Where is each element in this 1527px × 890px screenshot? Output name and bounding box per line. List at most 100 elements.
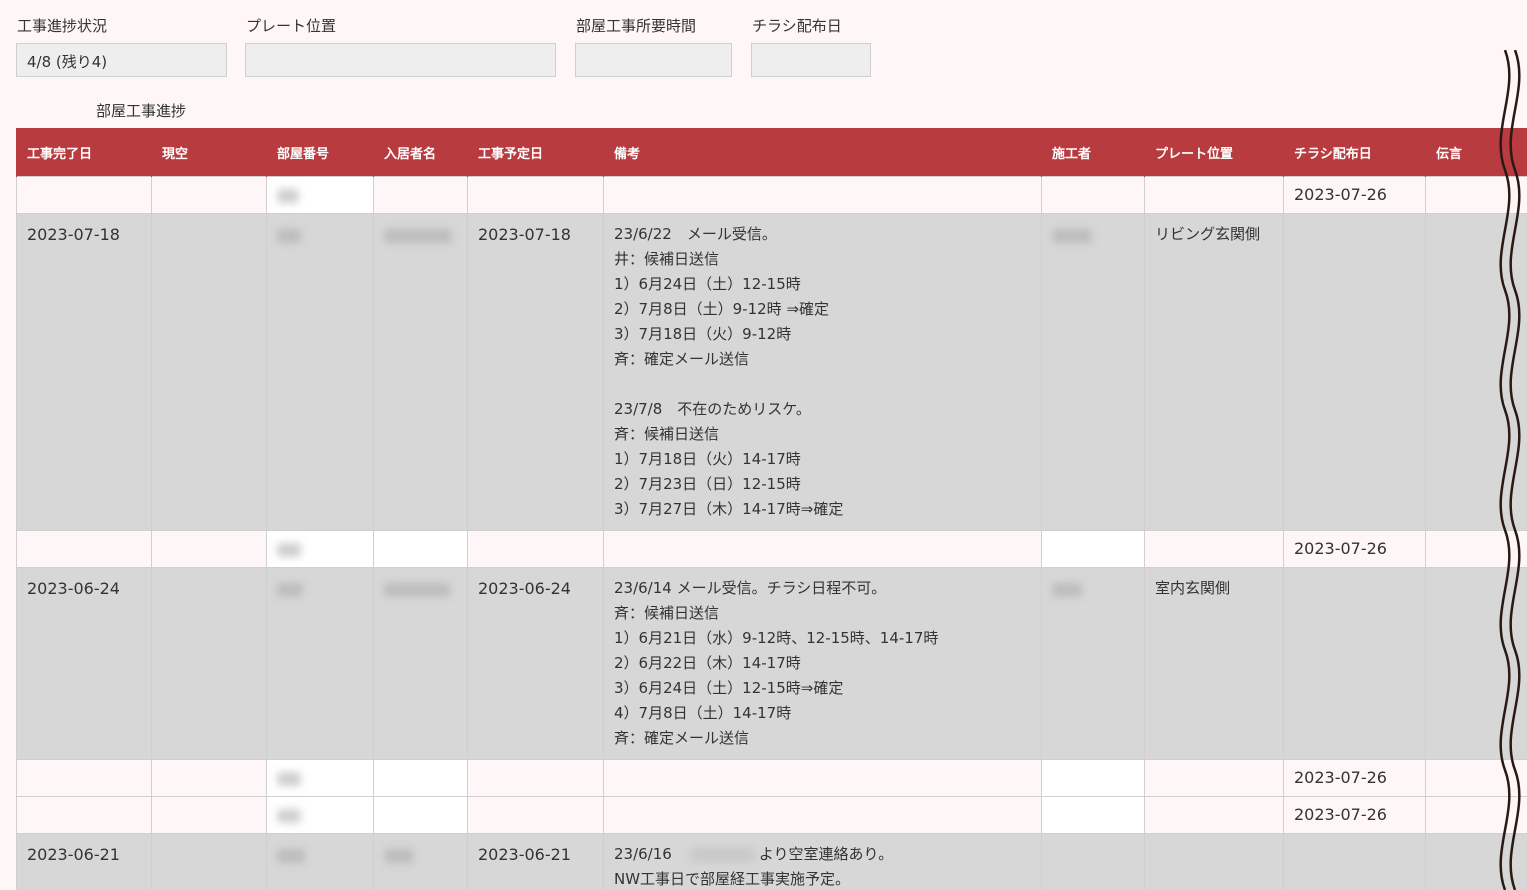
cell-flyer-date: 2023-07-26 — [1283, 796, 1426, 834]
header-done-date[interactable]: 工事完了日 — [16, 128, 152, 177]
cell-vacant — [151, 213, 267, 531]
cell-flyer-date: 2023-07-26 — [1283, 176, 1426, 214]
redacted-room — [277, 808, 301, 823]
cell-done-date — [16, 759, 152, 797]
cell-done-date: 2023-06-24 — [16, 567, 152, 760]
flyer-field[interactable] — [751, 43, 871, 77]
cell-vacant — [151, 567, 267, 760]
table-row[interactable]: 2023-07-26 — [16, 796, 1527, 834]
cell-note — [603, 796, 1042, 834]
cell-tenant-name — [373, 759, 468, 797]
cell-tenant-name — [373, 176, 468, 214]
cell-room-number — [266, 530, 374, 568]
header-tenant-name[interactable]: 入居者名 — [373, 128, 468, 177]
cell-flyer-date: 2023-07-26 — [1283, 759, 1426, 797]
duration-label: 部屋工事所要時間 — [576, 17, 697, 35]
redacted-room — [277, 542, 301, 557]
duration-field[interactable] — [575, 43, 732, 77]
section-title: 部屋工事進捗 — [96, 102, 187, 120]
header-plate-position[interactable]: プレート位置 — [1144, 128, 1284, 177]
header-flyer-date[interactable]: チラシ配布日 — [1283, 128, 1426, 177]
table-row[interactable]: 2023-06-24 2023-06-24 23/6/14 メール受信。チラシ日… — [16, 567, 1527, 760]
cell-done-date: 2023-06-21 — [16, 833, 152, 890]
cell-tenant-name — [373, 833, 468, 890]
table-row[interactable]: 2023-07-26 — [16, 530, 1527, 568]
cell-plate-position — [1144, 176, 1284, 214]
cell-flyer-date — [1283, 567, 1426, 760]
cell-room-number — [266, 759, 374, 797]
cell-flyer-date: 2023-07-26 — [1283, 530, 1426, 568]
header-worker[interactable]: 施工者 — [1041, 128, 1145, 177]
cell-worker — [1041, 176, 1145, 214]
plate-label: プレート位置 — [246, 17, 337, 35]
progress-label: 工事進捗状況 — [17, 17, 108, 35]
redacted-room — [277, 848, 305, 863]
cell-plate-position: リビング玄関側 — [1144, 213, 1284, 531]
cell-plate-position — [1144, 833, 1284, 890]
cell-plan-date — [467, 796, 604, 834]
header-vacant[interactable]: 現空 — [151, 128, 267, 177]
note-line2: NW工事日で部屋経工事実施予定。 — [614, 870, 851, 888]
redacted-tenant — [384, 228, 452, 243]
redacted-name — [690, 847, 755, 862]
cell-tenant-name — [373, 530, 468, 568]
cell-message — [1425, 833, 1527, 890]
cell-plan-date — [467, 530, 604, 568]
progress-table: 工事完了日 現空 部屋番号 入居者名 工事予定日 備考 施工者 プレート位置 チ… — [16, 128, 1527, 890]
cell-message — [1425, 213, 1527, 531]
cell-tenant-name — [373, 567, 468, 760]
cell-note — [603, 176, 1042, 214]
progress-field[interactable]: 4/8 (残り4) — [16, 43, 227, 77]
redacted-worker — [1052, 582, 1082, 597]
cell-plan-date: 2023-07-18 — [467, 213, 604, 531]
header-room-number[interactable]: 部屋番号 — [266, 128, 374, 177]
cell-tenant-name — [373, 213, 468, 531]
cell-plan-date: 2023-06-24 — [467, 567, 604, 760]
cell-vacant — [151, 176, 267, 214]
redacted-room — [277, 771, 301, 786]
cell-room-number — [266, 213, 374, 531]
table-row[interactable]: 2023-07-26 — [16, 176, 1527, 214]
table-row[interactable]: 2023-07-26 — [16, 759, 1527, 797]
cell-done-date — [16, 176, 152, 214]
cell-message — [1425, 176, 1527, 214]
cell-vacant — [151, 530, 267, 568]
cell-plate-position — [1144, 796, 1284, 834]
cell-plate-position — [1144, 759, 1284, 797]
header-message[interactable]: 伝言 — [1425, 128, 1527, 177]
progress-table-wrapper: 工事完了日 現空 部屋番号 入居者名 工事予定日 備考 施工者 プレート位置 チ… — [16, 128, 1527, 890]
flyer-label: チラシ配布日 — [752, 17, 842, 35]
cell-message — [1425, 530, 1527, 568]
cell-vacant — [151, 796, 267, 834]
cell-worker — [1041, 530, 1145, 568]
cell-worker — [1041, 567, 1145, 760]
cell-room-number — [266, 567, 374, 760]
cell-message — [1425, 759, 1527, 797]
table-row[interactable]: 2023-07-18 2023-07-18 23/6/22 メール受信。 井：候… — [16, 213, 1527, 531]
page: 工事進捗状況 4/8 (残り4) プレート位置 部屋工事所要時間 チラシ配布日 … — [0, 0, 1527, 890]
cell-plan-date — [467, 176, 604, 214]
cell-note: 23/6/22 メール受信。 井：候補日送信 1）6月24日（土）12-15時 … — [603, 213, 1042, 531]
cell-plan-date: 2023-06-21 — [467, 833, 604, 890]
cell-worker — [1041, 796, 1145, 834]
cell-tenant-name — [373, 796, 468, 834]
table-row[interactable]: 2023-06-21 2023-06-21 23/6/16 より空室連絡あり。 N… — [16, 833, 1527, 890]
cell-vacant — [151, 759, 267, 797]
redacted-room — [277, 582, 303, 597]
redacted-tenant — [384, 582, 450, 597]
cell-plate-position: 室内玄関側 — [1144, 567, 1284, 760]
cell-plan-date — [467, 759, 604, 797]
redacted-tenant — [384, 848, 414, 863]
note-suffix: より空室連絡あり。 — [758, 845, 894, 863]
cell-message — [1425, 796, 1527, 834]
cell-vacant — [151, 833, 267, 890]
cell-worker — [1041, 833, 1145, 890]
header-note[interactable]: 備考 — [603, 128, 1042, 177]
note-prefix: 23/6/16 — [614, 845, 687, 863]
table-header-row: 工事完了日 現空 部屋番号 入居者名 工事予定日 備考 施工者 プレート位置 チ… — [16, 128, 1527, 177]
cell-note — [603, 759, 1042, 797]
plate-field[interactable] — [245, 43, 556, 77]
header-plan-date[interactable]: 工事予定日 — [467, 128, 604, 177]
cell-done-date — [16, 796, 152, 834]
cell-note: 23/6/16 より空室連絡あり。 NW工事日で部屋経工事実施予定。 — [603, 833, 1042, 890]
